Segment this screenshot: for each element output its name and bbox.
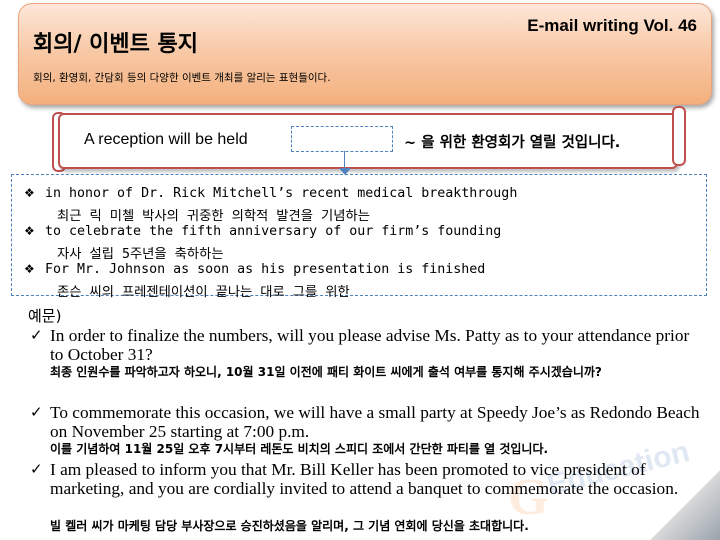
series-label: E-mail writing Vol. 46 <box>527 16 697 35</box>
checkmark-icon: ✓ <box>30 460 43 478</box>
option-korean: 최근 릭 미첼 박사의 귀중한 의학적 발견을 기념하는 <box>57 209 370 224</box>
scroll-curl-right <box>672 106 686 166</box>
pattern-korean: ~ 을 위한 환영회가 열릴 것입니다. <box>404 135 621 151</box>
options-box: ❖ in honor of Dr. Rick Mitchell’s recent… <box>11 174 707 300</box>
example-english: I am pleased to inform you that Mr. Bill… <box>50 460 679 498</box>
page-subtitle: 회의, 환영회, 간담회 등의 다양한 이벤트 개최를 알리는 표현들이다. <box>33 72 331 84</box>
examples-label: 예문) <box>28 307 62 325</box>
option-english: to celebrate the fifth anniversary of ou… <box>45 224 502 239</box>
header-panel: E-mail writing Vol. 46 회의/ 이벤트 통지 회의, 환영… <box>18 3 712 105</box>
pattern-english: A reception will be held <box>84 131 248 148</box>
option-english: in honor of Dr. Rick Mitchell’s recent m… <box>45 186 518 201</box>
checkmark-icon: ✓ <box>30 326 43 344</box>
diamond-bullet-icon: ❖ <box>24 186 35 200</box>
diamond-bullet-icon: ❖ <box>24 262 35 276</box>
fill-in-blank-box <box>291 126 393 152</box>
example-english: In order to finalize the numbers, will y… <box>50 326 690 364</box>
example-korean: 빌 켈러 씨가 마케팅 담당 부사장으로 승진하셨음을 알리며, 그 기념 연회… <box>50 519 529 533</box>
example-korean: 이를 기념하여 11월 25일 오후 7시부터 레돈도 비치의 스피디 조에서 … <box>50 442 549 456</box>
option-english: For Mr. Johnson as soon as his presentat… <box>45 262 486 277</box>
option-korean: 자사 설립 5주년을 축하하는 <box>57 247 224 262</box>
example-english: To commemorate this occasion, we will ha… <box>50 403 700 441</box>
option-korean: 존슨 씨의 프레젠테이션이 끝나는 대로 그를 위한 <box>57 285 350 300</box>
diamond-bullet-icon: ❖ <box>24 224 35 238</box>
page-title: 회의/ 이벤트 통지 <box>33 32 199 57</box>
example-korean: 최종 인원수를 파악하고자 하오니, 10월 31일 이전에 패티 화이트 씨에… <box>50 365 602 379</box>
checkmark-icon: ✓ <box>30 403 43 421</box>
page-curl-corner <box>650 470 720 540</box>
